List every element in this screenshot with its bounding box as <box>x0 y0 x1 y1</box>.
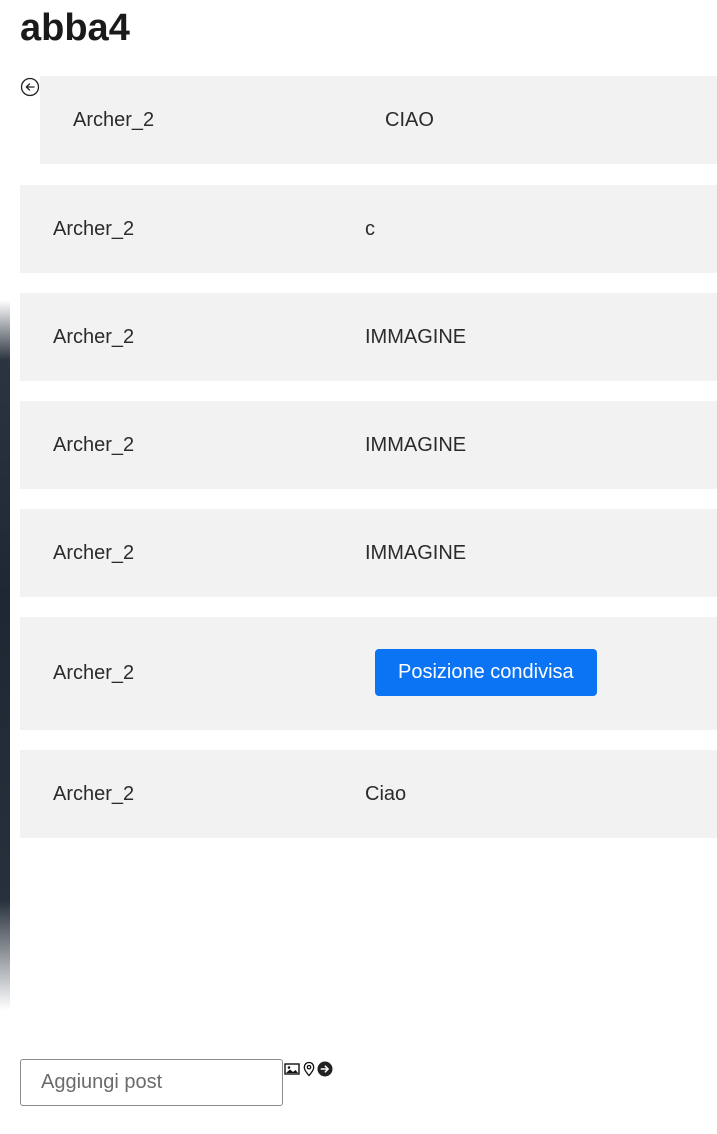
message-text: IMMAGINE <box>365 542 467 564</box>
background-window-edge <box>0 0 10 1134</box>
message-author: Archer_2 <box>53 218 135 240</box>
page-title: abba4 <box>20 7 130 49</box>
chat-page: abba4 Archer_2 CIAO Archer_2 c Archer_2 … <box>0 0 717 1134</box>
message-row: Archer_2 CIAO <box>40 76 717 164</box>
message-row: Archer_2 IMMAGINE <box>20 401 717 489</box>
message-text: CIAO <box>385 109 434 131</box>
message-author: Archer_2 <box>53 542 135 564</box>
send-arrow-icon[interactable] <box>317 1061 333 1077</box>
message-author: Archer_2 <box>53 434 135 456</box>
message-author: Archer_2 <box>53 326 135 348</box>
message-text: Ciao <box>365 783 407 805</box>
message-row: Archer_2 Ciao <box>20 750 717 838</box>
back-arrow-icon[interactable] <box>20 77 40 97</box>
location-pin-icon[interactable] <box>301 1061 317 1077</box>
message-text: IMMAGINE <box>365 434 467 456</box>
message-author: Archer_2 <box>53 662 135 684</box>
image-icon[interactable] <box>284 1061 300 1077</box>
message-text: IMMAGINE <box>365 326 467 348</box>
message-row: Archer_2 IMMAGINE <box>20 293 717 381</box>
message-row: Archer_2 IMMAGINE <box>20 509 717 597</box>
message-text: c <box>365 218 375 240</box>
message-row: Archer_2 c <box>20 185 717 273</box>
message-author: Archer_2 <box>73 109 155 131</box>
message-row: Archer_2 Posizione condivisa <box>20 617 717 730</box>
add-post-input[interactable] <box>20 1059 283 1106</box>
message-author: Archer_2 <box>53 783 135 805</box>
shared-location-button[interactable]: Posizione condivisa <box>375 649 597 696</box>
